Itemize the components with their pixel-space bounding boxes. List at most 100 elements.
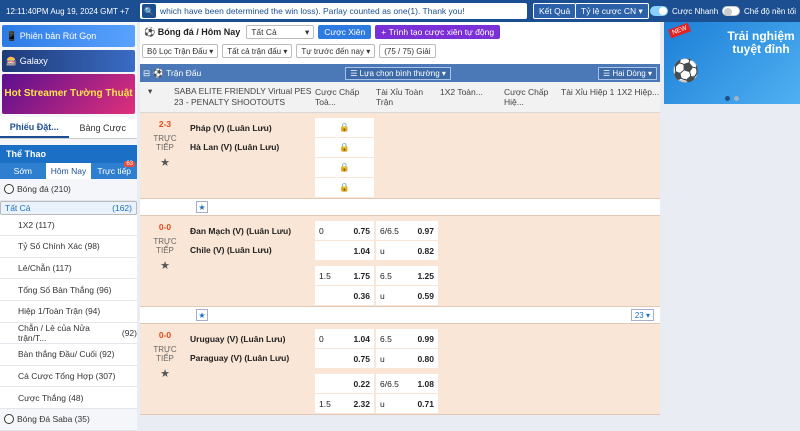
galaxy-banner[interactable]: 🎰 Galaxy [2,50,135,72]
handicap-odds[interactable]: 0.36 [315,286,374,305]
star-icon[interactable]: ★ [160,156,170,169]
sort-select[interactable]: ☰ Lựa chọn bình thường ▾ [345,66,451,80]
over-under-odds[interactable]: 6/6.5 1.08 [376,374,438,393]
promo-banner[interactable]: NEW ⚽ Trải nghiệm tuyệt đỉnh [664,22,800,104]
handicap-price: 1.04 [353,333,370,344]
sidebar-item-count: (307) [95,371,116,382]
handicap-odds[interactable]: 1.04 [315,241,374,260]
more-markets-button[interactable]: 23 ▾ [630,309,654,321]
over-under-odds[interactable]: 6/6.5 0.97 [376,221,438,240]
match-filter[interactable]: Tất cả trận đấu ▾ [222,44,293,58]
star-icon[interactable]: ★ [160,367,170,380]
favorite-icon[interactable]: ★ [196,201,208,213]
sidebar-item[interactable]: Tổng Số Bàn Thắng (96) [0,279,137,301]
favorite-icon[interactable]: ★ [196,309,208,321]
tab-bet-table[interactable]: Bảng Cược [69,117,138,138]
over-under-odds[interactable]: u 0.82 [376,241,438,260]
parlay-builder-button[interactable]: + Trình tạo cược xiên tự động [375,25,501,39]
sidebar-item[interactable]: Cược Thắng (48) [0,387,137,409]
sidebar-item-count: (96) [96,284,112,295]
chevron-down-icon: ▾ [645,68,652,78]
sidebar-item[interactable]: Bóng đá (210) [0,179,137,201]
filter-row: Bộ Lọc Trận Đấu ▾ Tất cả trận đấu ▾ Tự t… [140,42,660,60]
lines-select[interactable]: ☰ Hai Dòng ▾ [597,66,657,80]
collapse-icon[interactable]: ⊟ [143,68,150,79]
sidebar-item-count: (92) [99,349,115,360]
sidebar-item-count: (117) [35,219,55,230]
more-markets-count: 23 [634,310,644,320]
results-button[interactable]: Kết Quả [533,3,577,19]
league-filter-label: Bộ Lọc Trận Đấu [147,46,208,56]
over-under-odds[interactable]: 6.5 0.99 [376,329,438,348]
handicap-odds[interactable]: 0.22 [315,374,374,393]
match-status: 2-3 TRỰC TIẾP ★ [140,113,190,198]
total-price: 0.82 [417,245,434,256]
lock-icon: 🔒 [339,162,350,172]
sidebar-item[interactable]: 1X2 (117) [0,214,137,237]
carousel-dot[interactable] [734,96,739,101]
sidebar-item-label: 1X2 [18,219,34,230]
night-mode-toggle[interactable]: Chế độ nền tối [722,4,796,18]
handicap-odds[interactable]: 0 0.75 [315,221,374,240]
home-team: Uruguay (V) (Luân Lưu) [190,333,286,344]
sidebar-item[interactable]: Hiệp 1/Toàn Trận (94) [0,300,137,323]
market-filter-select[interactable]: Tất Cả ▾ [246,25,315,39]
tab-live[interactable]: Trực tiếp 63 [91,161,137,179]
handicap-line: 1.5 [319,398,331,409]
quick-bet-toggle[interactable]: Cược Nhanh [650,4,718,18]
chevron-down-icon: ▾ [281,46,288,56]
total-price: 0.80 [417,353,434,364]
new-badge: NEW [668,22,692,39]
tab-today[interactable]: Hôm Nay [45,163,92,179]
over-under-odds[interactable]: u 0.80 [376,349,438,368]
time-filter[interactable]: Tự trước đến nay ▾ [296,44,376,58]
col-over-under: Tài Xỉu Toàn Trận [376,87,424,107]
tab-bet-slip[interactable]: Phiếu Đặt... [0,117,69,138]
sidebar-item[interactable]: Cá Cược Tổng Hợp (307) [0,365,137,388]
chevron-down-icon: ▾ [643,310,650,320]
toggle-switch[interactable] [650,6,668,16]
odds-type-select[interactable]: Tỷ lệ cược CN ▾ [575,3,649,19]
streamer-banner[interactable]: Hot Streamer Tường Thuật [2,74,135,114]
star-icon[interactable]: ★ [160,259,170,272]
sidebar-item-count: (98) [84,241,100,252]
total-line: u [380,353,385,364]
match-filter-label: Tất cả trận đấu [227,46,282,56]
league-filter[interactable]: Bộ Lọc Trận Đấu ▾ [142,44,219,58]
over-under-odds[interactable]: u 0.71 [376,394,438,413]
live-count-badge: 63 [124,161,136,167]
toggle-switch[interactable] [722,6,740,16]
sidebar-item[interactable]: Bàn thắng Đầu/ Cuối (92) [0,344,137,366]
toolbar: ⚽ Bóng đá / Hôm Nay Tất Cả ▾ Cược Xiên + … [140,22,660,42]
tab-early[interactable]: Sớm [0,163,46,179]
col-over-under-h1: Tài Xỉu Hiệp 1 [561,87,615,97]
time-filter-label: Tự trước đến nay [301,46,365,56]
over-under-odds[interactable]: 6.5 1.25 [376,266,438,285]
handicap-odds[interactable]: 1.5 1.75 [315,266,374,285]
match-row: 0-0 TRỰC TIẾP ★ Đan Mạch (V) (Luân Lưu) Chil… [140,216,660,307]
league-name[interactable]: ▾ SABA ELITE FRIENDLY Virtual PES 23 - PE… [140,82,315,112]
match-footer: ★ 23 ▾ [140,307,660,324]
search-icon[interactable]: 🔍 [142,4,156,18]
sidebar-item[interactable]: Tỷ Số Chính Xác (98) [0,236,137,258]
handicap-line: 1.5 [319,270,331,281]
sidebar-item[interactable]: Bóng Đá Saba (35) [0,408,137,431]
sidebar-item[interactable]: Chẵn / Lẻ của Nửa trận/T... (92) [0,322,137,345]
carousel-dot[interactable] [725,96,730,101]
away-team: Hà Lan (V) (Luân Lưu) [190,141,280,152]
night-mode-label: Chế độ nền tối [744,6,797,16]
parlay-button[interactable]: Cược Xiên [318,25,372,39]
handicap-odds[interactable]: 0.75 [315,349,374,368]
handicap-odds[interactable]: 0 1.04 [315,329,374,348]
sidebar-item[interactable]: Tất Cả (162) [0,200,137,215]
total-price: 1.25 [417,270,434,281]
handicap-odds[interactable]: 1.5 2.32 [315,394,374,413]
over-under-odds[interactable]: u 0.59 [376,286,438,305]
phone-icon: 📱 [6,30,20,41]
sidebar-item-count: (35) [74,414,90,425]
sidebar-item[interactable]: Lẻ/Chẵn (117) [0,257,137,280]
marquee: 🔍 which have been determined the win los… [140,3,527,19]
lock-icon: 🔒 [339,142,350,152]
lite-version-banner[interactable]: 📱 Phiên bản Rút Gọn [2,25,135,47]
sidebar-item-label: Tất Cả [5,202,31,213]
